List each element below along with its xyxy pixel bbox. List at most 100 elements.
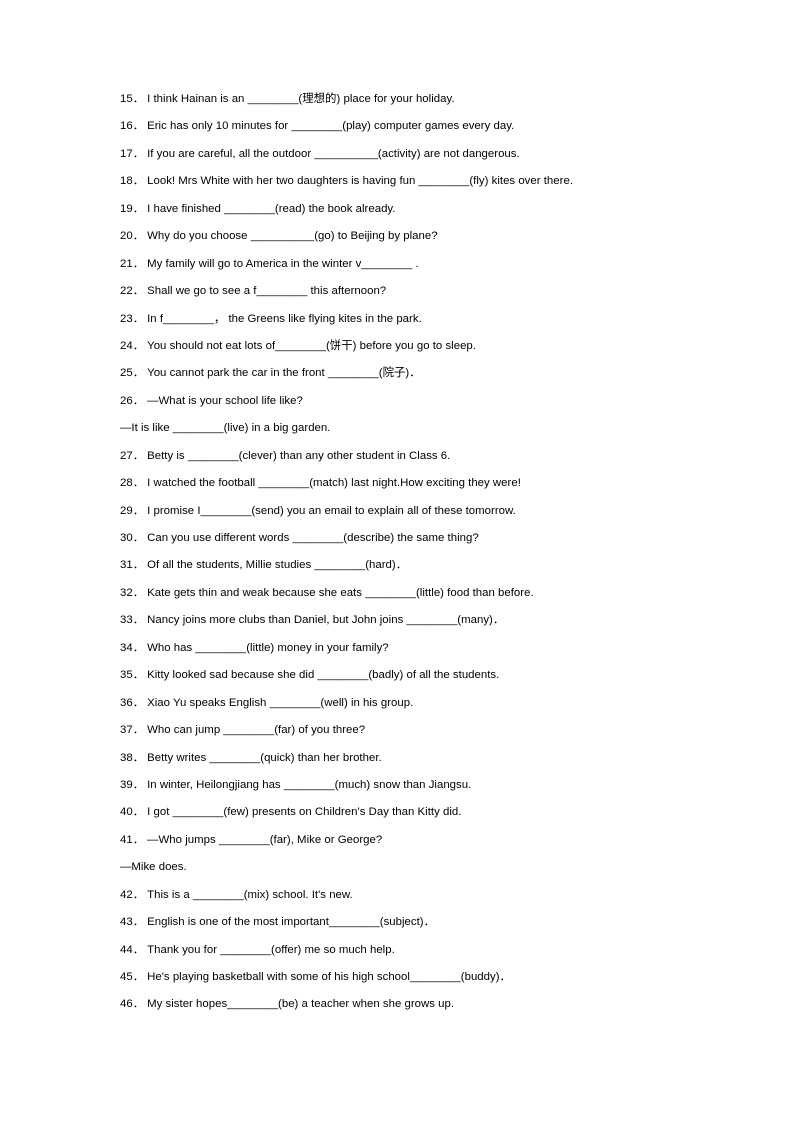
question-text: I promise I________(send) you an email t…: [147, 504, 516, 517]
question-number: 38．: [120, 751, 145, 764]
question-number: 33．: [120, 614, 145, 627]
question-number: 30．: [120, 532, 145, 544]
question-number: 29．: [120, 504, 145, 517]
question-item: 25． You cannot park the car in the front …: [120, 367, 684, 380]
question-item: 45． He's playing basketball with some of …: [120, 971, 684, 984]
question-item: 35． Kitty looked sad because she did ____…: [120, 669, 684, 682]
question-item: 22． Shall we go to see a f________ this a…: [120, 285, 684, 298]
question-number: 22．: [120, 285, 145, 298]
question-number: 16．: [120, 120, 145, 133]
question-item: 20． Why do you choose __________(go) to B…: [120, 230, 684, 243]
question-text: Nancy joins more clubs than Daniel, but …: [147, 614, 505, 627]
question-number: 35．: [120, 669, 145, 682]
question-item: 38． Betty writes ________(quick) than her…: [120, 752, 684, 765]
question-text: I have finished ________(read) the book …: [147, 202, 396, 215]
question-text: English is one of the most important____…: [147, 916, 436, 929]
question-item: 31． Of all the students, Millie studies _…: [120, 559, 684, 572]
question-item: 23． In f________， the Greens like flying …: [120, 313, 684, 326]
question-item: 18． Look! Mrs White with her two daughter…: [120, 175, 684, 188]
question-item: 37． Who can jump ________(far) of you thr…: [120, 724, 684, 737]
question-number: 45．: [120, 971, 145, 983]
question-text: If you are careful, all the outdoor ____…: [147, 147, 520, 160]
question-text: In f________， the Greens like flying kit…: [147, 312, 422, 325]
question-number: 24．: [120, 339, 145, 352]
question-number: 17．: [120, 147, 145, 160]
question-item: 32． Kate gets thin and weak because she e…: [120, 587, 684, 600]
question-item: 15． I think Hainan is an ________(理想的) pl…: [120, 93, 684, 106]
question-item: 28． I watched the football ________(match…: [120, 477, 684, 490]
worksheet-page: 15． I think Hainan is an ________(理想的) pl…: [0, 0, 794, 1123]
question-text: I think Hainan is an ________(理想的) place…: [147, 93, 455, 105]
question-number: 34．: [120, 641, 145, 654]
question-item: 40． I got ________(few) presents on Child…: [120, 806, 684, 819]
question-number: 42．: [120, 888, 145, 901]
question-item: 41． —Who jumps ________(far), Mike or Geo…: [120, 834, 684, 847]
question-item: 26． —What is your school life like?: [120, 395, 684, 408]
question-text: In winter, Heilongjiang has ________(muc…: [147, 778, 472, 791]
question-item: 19． I have finished ________(read) the bo…: [120, 203, 684, 216]
question-item: 39． In winter, Heilongjiang has ________(…: [120, 779, 684, 792]
question-text: —Who jumps ________(far), Mike or George…: [147, 833, 383, 846]
question-number: 36．: [120, 696, 145, 709]
question-number: 19．: [120, 202, 145, 215]
question-text: You should not eat lots of________(饼干) b…: [147, 339, 476, 352]
question-item: 24． You should not eat lots of________(饼干…: [120, 340, 684, 353]
question-list: 15． I think Hainan is an ________(理想的) pl…: [120, 93, 684, 1011]
question-number: 41．: [120, 833, 145, 846]
question-text: Can you use different words ________(des…: [147, 532, 479, 544]
question-number: 40．: [120, 806, 145, 819]
question-item: 30． Can you use different words ________(…: [120, 532, 684, 545]
question-text: Thank you for ________(offer) me so much…: [147, 943, 395, 956]
question-number: 15．: [120, 93, 145, 105]
question-text: Kate gets thin and weak because she eats…: [147, 586, 534, 599]
question-text: Who can jump ________(far) of you three?: [147, 724, 366, 737]
question-number: 26．: [120, 394, 145, 407]
question-text: Shall we go to see a f________ this afte…: [147, 285, 387, 298]
question-number: 27．: [120, 449, 145, 462]
question-text: Xiao Yu speaks English ________(well) in…: [147, 696, 414, 709]
question-text: He's playing basketball with some of his…: [147, 971, 511, 983]
question-text: Betty writes ________(quick) than her br…: [147, 751, 382, 764]
question-number: 23．: [120, 312, 145, 325]
question-text: This is a ________(mix) school. It's new…: [147, 888, 353, 901]
question-item: 34． Who has ________(little) money in you…: [120, 642, 684, 655]
question-text: My sister hopes________(be) a teacher wh…: [147, 998, 455, 1011]
question-number: 37．: [120, 724, 145, 737]
question-text: Why do you choose __________(go) to Beij…: [147, 230, 438, 243]
question-text: I watched the football ________(match) l…: [147, 477, 521, 490]
question-item: 42． This is a ________(mix) school. It's …: [120, 889, 684, 902]
question-text: Eric has only 10 minutes for ________(pl…: [147, 120, 515, 133]
question-item: 43． English is one of the most important_…: [120, 916, 684, 929]
question-number: 43．: [120, 916, 145, 929]
question-item: 33． Nancy joins more clubs than Daniel, b…: [120, 614, 684, 627]
question-text: I got ________(few) presents on Children…: [147, 806, 462, 819]
question-text: You cannot park the car in the front ___…: [147, 367, 421, 380]
question-number: 39．: [120, 778, 145, 791]
question-number: 18．: [120, 175, 145, 188]
question-number: 46．: [120, 998, 145, 1011]
question-number: 20．: [120, 230, 145, 243]
question-continuation-line: —Mike does.: [120, 861, 187, 874]
question-item: 29． I promise I________(send) you an emai…: [120, 505, 684, 518]
question-item: 21． My family will go to America in the w…: [120, 258, 684, 271]
question-item: 27． Betty is ________(clever) than any ot…: [120, 450, 684, 463]
question-item: 17． If you are careful, all the outdoor _…: [120, 148, 684, 161]
question-number: 21．: [120, 257, 145, 270]
question-text: Look! Mrs White with her two daughters i…: [147, 175, 573, 188]
question-text: Betty is ________(clever) than any other…: [147, 449, 451, 462]
question-number: 25．: [120, 367, 145, 380]
question-text: Of all the students, Millie studies ____…: [147, 559, 408, 572]
question-continuation-line: —It is like ________(live) in a big gard…: [120, 422, 331, 435]
question-item: 36． Xiao Yu speaks English ________(well)…: [120, 697, 684, 710]
question-item: 46． My sister hopes________(be) a teacher…: [120, 998, 684, 1011]
question-text: Who has ________(little) money in your f…: [147, 641, 389, 654]
question-text: —What is your school life like?: [147, 394, 303, 407]
question-number: 28．: [120, 477, 145, 490]
question-number: 31．: [120, 559, 145, 572]
question-text: My family will go to America in the wint…: [147, 257, 419, 270]
question-item: 44． Thank you for ________(offer) me so m…: [120, 944, 684, 957]
question-number: 32．: [120, 586, 145, 599]
question-number: 44．: [120, 943, 145, 956]
question-item: 16． Eric has only 10 minutes for ________…: [120, 120, 684, 133]
question-text: Kitty looked sad because she did _______…: [147, 669, 500, 682]
